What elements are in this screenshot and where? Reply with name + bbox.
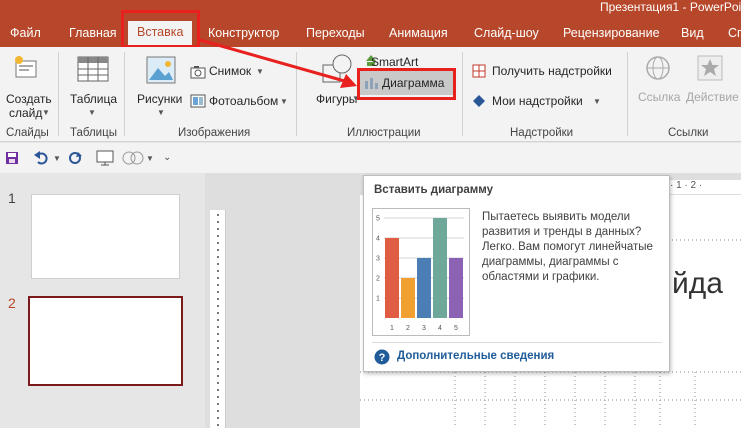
chart-x-tick-label: 5 bbox=[454, 325, 458, 332]
chart-bar bbox=[449, 258, 463, 318]
divider bbox=[372, 342, 662, 343]
svg-text:?: ? bbox=[379, 352, 386, 364]
chart-y-tick-label: 5 bbox=[376, 216, 380, 223]
chart-x-tick-label: 1 bbox=[390, 325, 394, 332]
chart-y-tick-label: 1 bbox=[376, 296, 380, 303]
chart-y-tick-label: 4 bbox=[376, 236, 380, 243]
chart-bar bbox=[433, 218, 447, 318]
chart-y-tick-label: 2 bbox=[376, 276, 380, 283]
chart-tooltip: Вставить диаграмму 5 4 3 2 1 1 2 3 4 5 Пытаетесь… bbox=[363, 175, 670, 372]
tooltip-chart-preview: 5 4 3 2 1 1 2 3 4 5 bbox=[372, 208, 470, 336]
chart-bar bbox=[417, 258, 431, 318]
tooltip-title: Вставить диаграмму bbox=[374, 184, 493, 196]
help-icon: ? bbox=[374, 349, 390, 365]
chart-x-tick-label: 4 bbox=[438, 325, 442, 332]
tooltip-description: Пытаетесь выявить модели развития и трен… bbox=[482, 211, 653, 283]
chart-bar bbox=[401, 278, 415, 318]
chart-bar bbox=[385, 238, 399, 318]
chart-x-tick-label: 3 bbox=[422, 325, 426, 332]
chart-x-tick-label: 2 bbox=[406, 325, 410, 332]
chart-y-tick-label: 3 bbox=[376, 256, 380, 263]
more-info-link[interactable]: Дополнительные сведения bbox=[397, 350, 554, 362]
